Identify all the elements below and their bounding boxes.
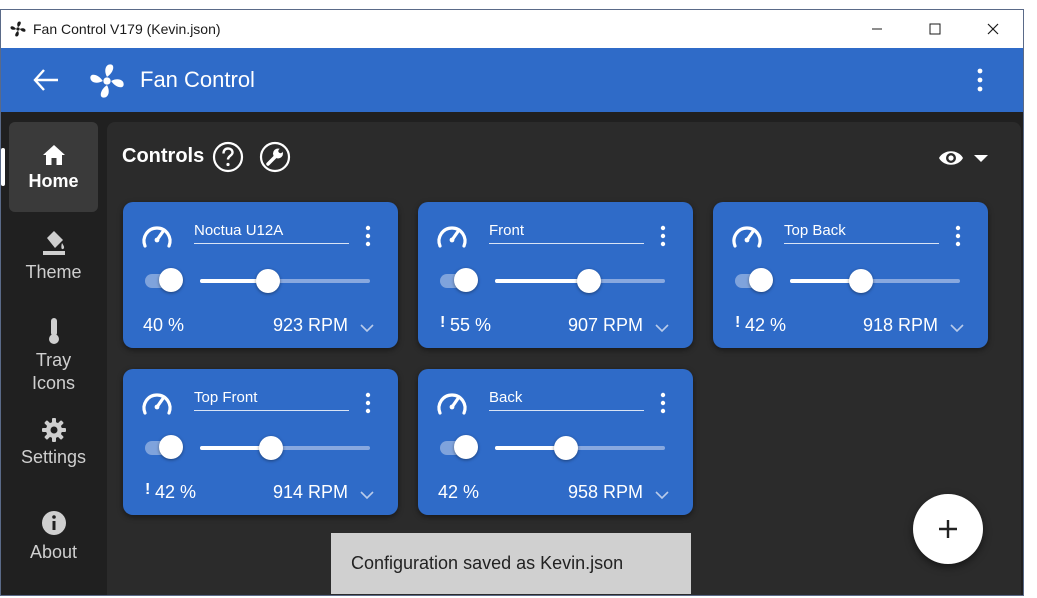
app-window: Fan Control V179 (Kevin.json) Fan Contro…: [0, 9, 1024, 596]
minimize-icon: [872, 28, 882, 30]
add-control-button[interactable]: [913, 494, 983, 564]
control-name-field[interactable]: Top Back: [784, 222, 939, 244]
chevron-down-icon[interactable]: [949, 320, 965, 333]
sidebar-item-label: Settings: [20, 447, 87, 467]
more-vertical-icon[interactable]: [968, 66, 992, 94]
fan-icon: [10, 21, 26, 37]
speedometer-icon: [139, 385, 175, 421]
home-icon: [42, 145, 65, 165]
speedometer-icon: [434, 385, 470, 421]
speedometer-icon: [434, 218, 470, 254]
control-menu-icon[interactable]: [951, 224, 965, 248]
back-arrow-icon[interactable]: [31, 66, 61, 94]
control-percent: 42 %: [155, 482, 197, 502]
control-card[interactable]: Noctua U12A 40 % 923 RPM: [123, 202, 398, 348]
help-icon[interactable]: [211, 140, 245, 174]
control-menu-icon[interactable]: [656, 224, 670, 248]
control-rpm: 907 RPM: [567, 315, 643, 335]
control-card[interactable]: Front! 55 % 907 RPM: [418, 202, 693, 348]
control-card[interactable]: Top Front! 42 % 914 RPM: [123, 369, 398, 515]
active-indicator: [1, 148, 5, 186]
toast-notification: Configuration saved as Kevin.json: [331, 533, 691, 594]
section-title: Controls: [122, 145, 205, 167]
control-name-field[interactable]: Back: [489, 389, 644, 411]
close-icon: [987, 23, 999, 35]
controls-panel: Controls Noctua U12A 40 % 923 RPM Front! 55 …: [107, 122, 1021, 595]
control-rpm: 923 RPM: [272, 315, 348, 335]
control-rpm: 918 RPM: [862, 315, 938, 335]
enable-toggle-knob[interactable]: [454, 268, 478, 292]
chevron-down-icon[interactable]: [654, 487, 670, 500]
paint-bucket-icon: [42, 231, 65, 255]
window-title: Fan Control V179 (Kevin.json): [33, 21, 221, 37]
toast-message: Configuration saved as Kevin.json: [351, 553, 624, 573]
thermometer-icon: [48, 318, 59, 344]
speed-slider-thumb[interactable]: [554, 436, 578, 460]
control-percent: 42 %: [438, 482, 480, 502]
control-name-field[interactable]: Noctua U12A: [194, 222, 349, 244]
sidebar-item-about[interactable]: About: [9, 510, 98, 580]
control-percent: 42 %: [745, 315, 787, 335]
sidebar-item-label: About: [29, 542, 78, 562]
chevron-down-icon[interactable]: [654, 320, 670, 333]
speed-slider-fill: [495, 279, 589, 283]
wrench-icon[interactable]: [258, 140, 292, 174]
enable-toggle-knob[interactable]: [159, 268, 183, 292]
control-card[interactable]: Back 42 % 958 RPM: [418, 369, 693, 515]
enable-toggle-knob[interactable]: [159, 435, 183, 459]
control-menu-icon[interactable]: [361, 391, 375, 415]
sidebar: Home Theme Tray Icons Settings About: [1, 112, 105, 595]
sidebar-item-home[interactable]: Home: [9, 122, 98, 212]
sidebar-item-theme[interactable]: Theme: [9, 230, 98, 300]
sidebar-item-label: Theme: [25, 262, 82, 282]
app-bar: Fan Control: [1, 48, 1023, 112]
speed-slider-thumb[interactable]: [259, 436, 283, 460]
info-icon: [41, 511, 66, 535]
speed-slider-thumb[interactable]: [849, 269, 873, 293]
speedometer-icon: [729, 218, 765, 254]
enable-toggle-knob[interactable]: [454, 435, 478, 459]
minimize-button[interactable]: [848, 10, 906, 48]
warning-mark: !: [440, 314, 446, 331]
maximize-icon: [929, 23, 941, 35]
enable-toggle-knob[interactable]: [749, 268, 773, 292]
speed-slider-thumb[interactable]: [256, 269, 280, 293]
sidebar-item-settings[interactable]: Settings: [9, 417, 98, 487]
control-percent: 55 %: [450, 315, 492, 335]
control-name-field[interactable]: Top Front: [194, 389, 349, 411]
plus-icon: [939, 520, 957, 538]
control-menu-icon[interactable]: [361, 224, 375, 248]
warning-mark: !: [145, 481, 151, 498]
sidebar-item-tray-icons[interactable]: Tray Icons: [9, 317, 98, 397]
speedometer-icon: [139, 218, 175, 254]
app-title: Fan Control: [140, 67, 255, 92]
speed-slider-thumb[interactable]: [577, 269, 601, 293]
control-rpm: 958 RPM: [567, 482, 643, 502]
fan-logo-icon: [90, 64, 124, 98]
sidebar-item-label: Tray Icons: [31, 350, 76, 393]
control-card[interactable]: Top Back! 42 % 918 RPM: [713, 202, 988, 348]
maximize-button[interactable]: [906, 10, 964, 48]
control-percent: 40 %: [143, 315, 185, 335]
gear-icon: [41, 418, 66, 442]
close-button[interactable]: [964, 10, 1022, 48]
control-menu-icon[interactable]: [656, 391, 670, 415]
control-name-field[interactable]: Front: [489, 222, 644, 244]
visibility-dropdown[interactable]: [937, 146, 993, 170]
title-bar: Fan Control V179 (Kevin.json): [1, 10, 1023, 48]
sidebar-item-label: Home: [28, 171, 79, 191]
chevron-down-icon[interactable]: [359, 320, 375, 333]
control-rpm: 914 RPM: [272, 482, 348, 502]
warning-mark: !: [735, 314, 741, 331]
chevron-down-icon[interactable]: [359, 487, 375, 500]
